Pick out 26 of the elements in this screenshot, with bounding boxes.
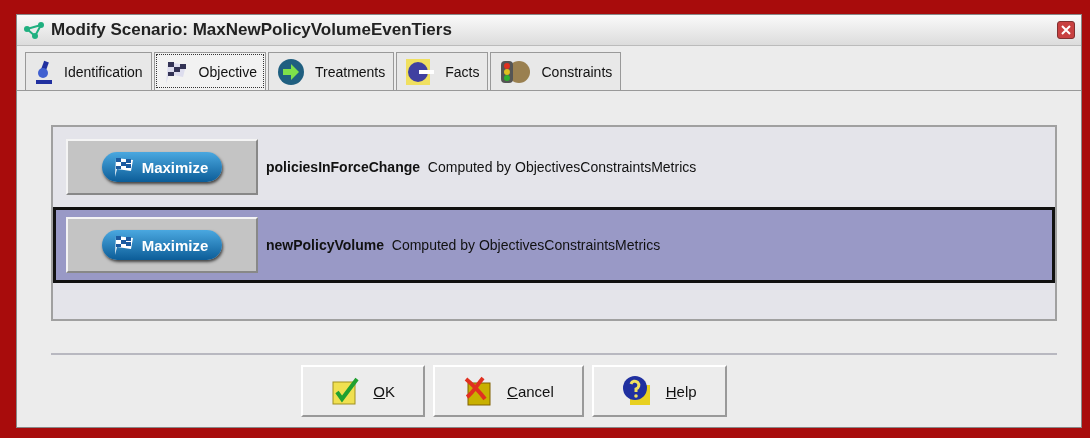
close-icon: [1061, 25, 1071, 35]
objective-text: newPolicyVolume Computed by ObjectivesConstraintsMetrics: [266, 237, 661, 253]
traffic-light-icon: [499, 58, 532, 85]
tab[interactable]: Constraints: [490, 52, 622, 90]
tab[interactable]: Identification: [25, 52, 152, 90]
help-icon: [621, 375, 652, 407]
maximize-label: Maximize: [141, 158, 209, 176]
dialog-button[interactable]: OK: [301, 365, 426, 417]
maximize-button[interactable]: Maximize: [66, 217, 258, 273]
microscope-icon: [34, 58, 54, 85]
objective-row[interactable]: Maximize newPolicyVolume Computed by ObjectivesConstraintsMetrics: [53, 207, 1055, 283]
objective-row[interactable]: Maximize policiesInForceChange Computed by ObjectivesConstraintsMetrics: [53, 135, 1055, 199]
tab[interactable]: Facts: [396, 52, 489, 90]
close-button[interactable]: [1057, 21, 1075, 39]
cancel-icon: [463, 375, 494, 407]
maximize-label: Maximize: [141, 236, 209, 254]
checkmark-icon: [331, 376, 360, 406]
moon-icon: [405, 57, 436, 86]
objective-text: policiesInForceChange Computed by ObjectivesConstraintsMetrics: [266, 159, 697, 175]
dialog-button[interactable]: Cancel: [433, 365, 584, 417]
maximize-button[interactable]: Maximize: [66, 139, 258, 195]
tab[interactable]: Treatments: [267, 52, 395, 90]
network-icon: [23, 21, 45, 39]
tab[interactable]: Objective: [153, 52, 266, 90]
window-title: Modify Scenario: MaxNewPolicyVolumeEvenTiers: [51, 20, 453, 40]
dialog-button[interactable]: Help: [591, 365, 727, 417]
